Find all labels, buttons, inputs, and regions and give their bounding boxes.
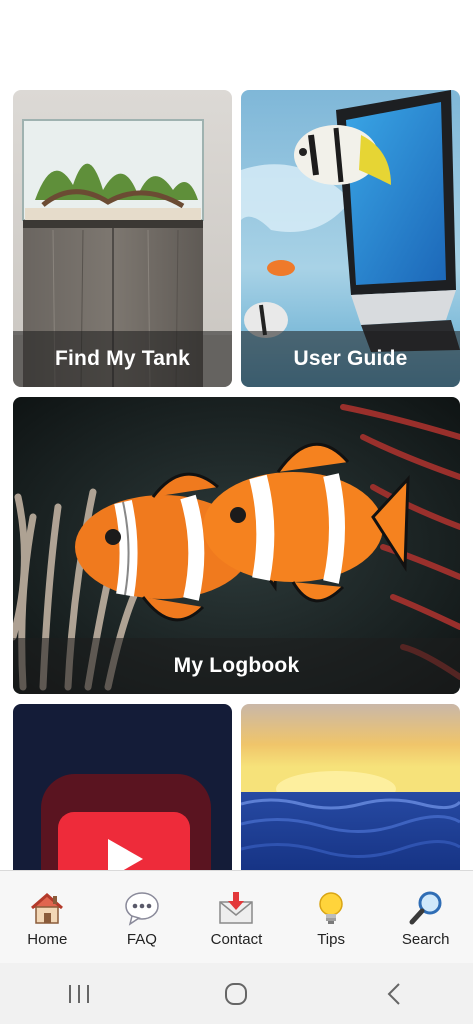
lightbulb-icon (312, 889, 350, 927)
tile-find-my-tank-label: Find My Tank (13, 331, 232, 387)
tile-video[interactable] (13, 704, 232, 870)
tab-faq[interactable]: FAQ (97, 871, 187, 948)
recent-apps-button[interactable] (49, 969, 109, 1019)
tile-user-guide-label: User Guide (241, 331, 460, 387)
envelope-icon (217, 889, 255, 927)
tab-contact[interactable]: Contact (191, 871, 281, 948)
video-play-image (13, 704, 232, 870)
tile-user-guide[interactable]: User Guide (241, 90, 460, 387)
magnifier-icon (407, 889, 445, 927)
tab-tips[interactable]: Tips (286, 871, 376, 948)
tile-grid: Find My Tank User Guide My Logbook (0, 0, 473, 870)
tab-faq-label: FAQ (126, 931, 157, 948)
home-circle-icon (225, 982, 248, 1005)
tab-search[interactable]: Search (381, 871, 471, 948)
recent-apps-icon (68, 984, 89, 1003)
tile-my-logbook[interactable]: My Logbook (13, 397, 460, 694)
ocean-sunset-image (241, 704, 460, 870)
home-icon (28, 889, 66, 927)
tab-tips-label: Tips (317, 931, 345, 948)
tile-ocean[interactable] (241, 704, 460, 870)
speech-bubble-icon (123, 889, 161, 927)
tile-my-logbook-label: My Logbook (13, 638, 460, 694)
bottom-tab-bar: Home FAQ Contact Tips Search (0, 870, 473, 964)
tile-find-my-tank[interactable]: Find My Tank (13, 90, 232, 387)
tab-search-label: Search (401, 931, 450, 948)
tab-contact-label: Contact (210, 931, 263, 948)
system-nav-bar (0, 963, 473, 1024)
tab-home[interactable]: Home (2, 871, 92, 948)
home-nav-button[interactable] (206, 969, 266, 1019)
back-chevron-icon (387, 982, 400, 1005)
tab-home-label: Home (27, 931, 68, 948)
back-nav-button[interactable] (364, 969, 424, 1019)
